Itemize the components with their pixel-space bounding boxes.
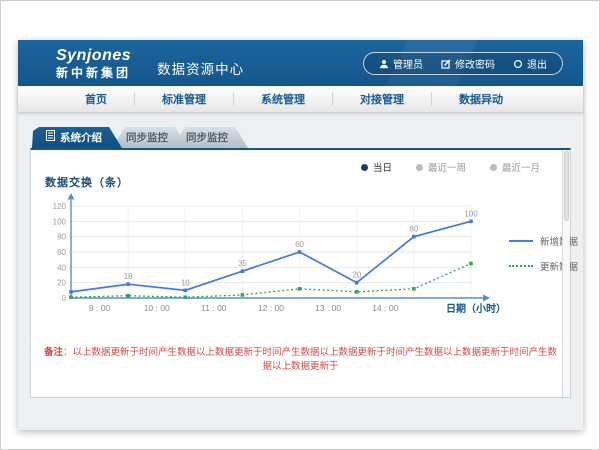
range-option-today[interactable]: 当日 xyxy=(361,160,392,174)
page-title: 数据资源中心 xyxy=(157,58,244,78)
main-nav: 首页 标准管理 系统管理 对接管理 数据异动 xyxy=(18,86,583,113)
range-option-last-month-label: 最近一月 xyxy=(502,160,540,174)
svg-text:18: 18 xyxy=(124,272,133,281)
svg-text:100: 100 xyxy=(53,217,67,226)
svg-text:10 : 00: 10 : 00 xyxy=(144,303,170,313)
range-option-today-label: 当日 xyxy=(373,160,392,174)
scrollbar-thumb[interactable] xyxy=(564,151,569,221)
logo-text-en: Synjones xyxy=(56,48,131,64)
svg-text:0: 0 xyxy=(62,294,67,303)
range-option-last-week-label: 最近一周 xyxy=(428,160,466,174)
line-chart: 0 20 40 60 80 100 120 9 : 00 10 : 00 11 : 00 12 : … xyxy=(31,190,509,332)
dotted-line-icon xyxy=(509,265,533,267)
radio-selected-icon xyxy=(361,164,368,171)
footnote: 备注：以上数据更新于时间产生数据以上数据更新于时间产生数据以上数据更新于时间产生… xyxy=(31,344,570,372)
range-option-last-month[interactable]: 最近一月 xyxy=(490,160,540,174)
chart-panel: 当日 最近一周 最近一月 数据交换（条） 0 20 40 60 80 100 120 9 : … xyxy=(30,148,571,398)
svg-text:120: 120 xyxy=(53,202,67,211)
power-icon xyxy=(513,59,523,69)
app-header: Synjones 新中新集团 数据资源中心 管理员 修改密码 退出 xyxy=(18,40,583,86)
panel-scrollbar[interactable] xyxy=(562,150,570,397)
company-logo: Synjones 新中新集团 xyxy=(56,48,131,79)
solid-line-icon xyxy=(509,240,533,242)
svg-text:100: 100 xyxy=(464,209,478,218)
svg-text:80: 80 xyxy=(57,233,66,242)
svg-text:9 : 00: 9 : 00 xyxy=(89,303,111,313)
svg-text:日期（小时）: 日期（小时） xyxy=(446,302,506,315)
logo-text-cn: 新中新集团 xyxy=(56,67,131,79)
svg-text:10: 10 xyxy=(181,278,190,287)
nav-item-standard-mgmt[interactable]: 标准管理 xyxy=(135,91,233,107)
user-menu-logout[interactable]: 退出 xyxy=(504,56,556,71)
tab-system-intro-label: 系统介绍 xyxy=(60,127,102,149)
svg-text:20: 20 xyxy=(57,279,66,288)
svg-text:12 : 00: 12 : 00 xyxy=(258,303,284,313)
content-area: 系统介绍 同步监控 同步监控 当日 最近一周 xyxy=(18,113,583,398)
svg-text:14 : 00: 14 : 00 xyxy=(372,303,398,313)
tab-sync-monitor-2[interactable]: 同步监控 xyxy=(172,127,248,148)
svg-text:35: 35 xyxy=(238,259,247,268)
svg-text:60: 60 xyxy=(295,240,304,249)
user-menu-admin[interactable]: 管理员 xyxy=(370,56,432,71)
svg-text:60: 60 xyxy=(57,248,66,257)
svg-text:80: 80 xyxy=(409,225,418,234)
radio-unselected-icon xyxy=(490,164,497,171)
svg-text:13 : 00: 13 : 00 xyxy=(315,303,341,313)
tab-sync-monitor-1-label: 同步监控 xyxy=(126,127,168,149)
nav-item-data-change[interactable]: 数据异动 xyxy=(432,91,530,107)
tab-bar: 系统介绍 同步监控 同步监控 xyxy=(32,127,571,148)
footnote-label: 备注 xyxy=(44,347,63,358)
user-icon xyxy=(379,59,389,69)
range-option-last-week[interactable]: 最近一周 xyxy=(416,160,466,174)
nav-item-home[interactable]: 首页 xyxy=(58,91,134,107)
legend-update-data-label: 更新数据 xyxy=(540,259,578,273)
radio-unselected-icon xyxy=(416,164,423,171)
time-range-selector: 当日 最近一周 最近一月 xyxy=(31,150,570,174)
legend-new-data-label: 新增数据 xyxy=(540,234,578,248)
tab-system-intro[interactable]: 系统介绍 xyxy=(32,127,122,148)
user-menu: 管理员 修改密码 退出 xyxy=(363,52,563,75)
app-window: Synjones 新中新集团 数据资源中心 管理员 修改密码 退出 xyxy=(18,40,583,430)
user-menu-change-password-label: 修改密码 xyxy=(455,56,495,71)
nav-item-system-mgmt[interactable]: 系统管理 xyxy=(234,91,332,107)
document-icon xyxy=(46,127,55,149)
tab-sync-monitor-2-label: 同步监控 xyxy=(186,127,228,149)
user-menu-logout-label: 退出 xyxy=(527,56,547,71)
footnote-text: ：以上数据更新于时间产生数据以上数据更新于时间产生数据以上数据更新于时间产生数据… xyxy=(63,347,557,372)
nav-item-connect-mgmt[interactable]: 对接管理 xyxy=(333,91,431,107)
svg-text:11 : 00: 11 : 00 xyxy=(201,303,227,313)
svg-text:20: 20 xyxy=(352,271,361,280)
chart-region: 数据交换（条） 0 20 40 60 80 100 120 9 : 00 10 : 00 11 :… xyxy=(31,174,570,332)
svg-text:40: 40 xyxy=(57,263,66,272)
edit-icon xyxy=(441,59,451,69)
user-menu-admin-label: 管理员 xyxy=(393,56,423,71)
y-axis-title: 数据交换（条） xyxy=(45,174,509,190)
user-menu-change-password[interactable]: 修改密码 xyxy=(432,56,504,71)
